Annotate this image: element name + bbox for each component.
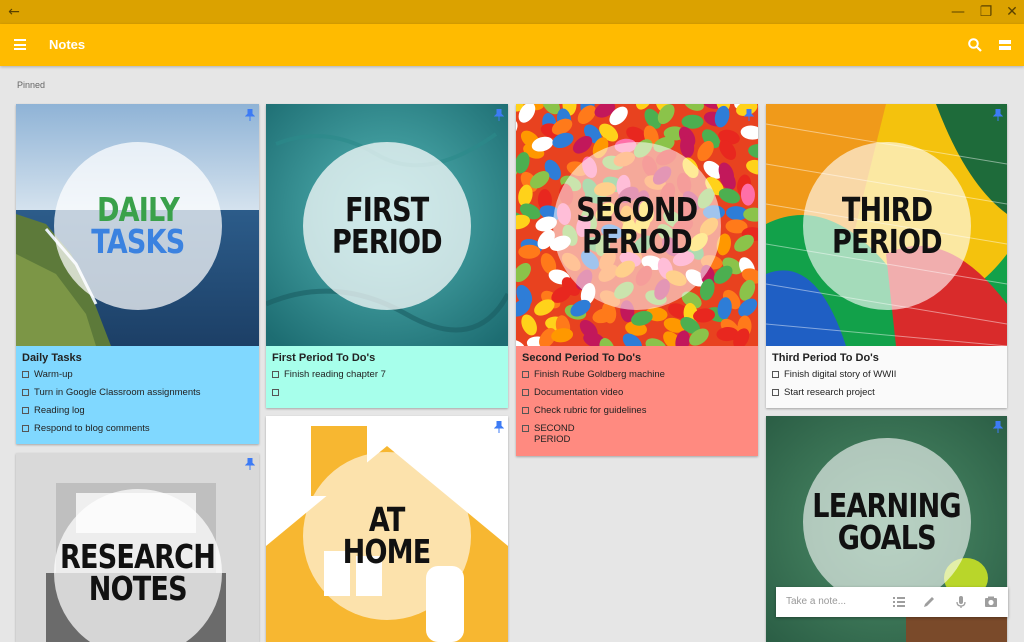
microphone-icon[interactable] xyxy=(954,595,968,609)
menu-icon[interactable] xyxy=(14,39,26,50)
checklist-item[interactable]: Finish digital story of WWII xyxy=(772,369,1001,380)
note-title: Second Period To Do's xyxy=(522,352,642,364)
note-body: Third Period To Do's Finish digital stor… xyxy=(766,346,1007,408)
note-title: First Period To Do's xyxy=(272,352,376,364)
app-bar: Notes xyxy=(0,24,1024,66)
note-image: FIRST PERIOD xyxy=(266,104,508,346)
checkbox[interactable] xyxy=(22,407,29,414)
checklist-item[interactable]: Finish reading chapter 7 xyxy=(272,369,502,380)
note-body: Daily Tasks Warm-up Turn in Google Class… xyxy=(16,346,259,444)
note-title: Daily Tasks xyxy=(22,352,82,364)
checklist-item[interactable]: Documentation video xyxy=(522,387,752,398)
checkbox[interactable] xyxy=(22,389,29,396)
pin-icon[interactable] xyxy=(245,458,255,470)
list-icon[interactable] xyxy=(892,595,906,609)
title-circle: AT HOME xyxy=(303,452,471,620)
note-card-third-period[interactable]: THIRD PERIOD Third Period To Do's Finish… xyxy=(766,104,1007,408)
pin-icon[interactable] xyxy=(993,421,1003,433)
title-circle: SECOND PERIOD xyxy=(553,142,721,310)
note-body: Second Period To Do's Finish Rube Goldbe… xyxy=(516,346,758,456)
search-icon[interactable] xyxy=(967,37,983,53)
note-card-research-notes[interactable]: RESEARCH NOTES xyxy=(16,453,259,642)
note-card-second-period[interactable]: SECOND PERIOD Second Period To Do's Fini… xyxy=(516,104,758,456)
pin-icon[interactable] xyxy=(744,109,754,121)
checkbox[interactable] xyxy=(772,389,779,396)
minimize-icon[interactable]: — xyxy=(944,0,972,24)
checklist-item[interactable]: Finish Rube Goldberg machine xyxy=(522,369,752,380)
title-circle: THIRD PERIOD xyxy=(803,142,971,310)
camera-icon[interactable] xyxy=(984,595,998,609)
checklist-item[interactable]: Respond to blog comments xyxy=(22,423,253,434)
pen-icon[interactable] xyxy=(922,595,936,609)
note-card-first-period[interactable]: FIRST PERIOD First Period To Do's Finish… xyxy=(266,104,508,408)
pin-icon[interactable] xyxy=(494,421,504,433)
pin-icon[interactable] xyxy=(494,109,504,121)
app-title: Notes xyxy=(49,37,86,52)
title-circle: LEARNING GOALS xyxy=(803,438,971,606)
pin-icon[interactable] xyxy=(245,109,255,121)
checklist-item[interactable]: Turn in Google Classroom assignments xyxy=(22,387,253,398)
note-image: RESEARCH NOTES xyxy=(16,453,259,642)
note-image: AT HOME xyxy=(266,416,508,642)
restore-icon[interactable]: ❐ xyxy=(972,0,1000,24)
checkbox[interactable] xyxy=(272,389,279,396)
checkbox[interactable] xyxy=(772,371,779,378)
checklist-item[interactable]: SECOND PERIOD xyxy=(522,423,752,445)
list-view-icon[interactable] xyxy=(998,38,1012,52)
note-image: DAILY TASKS xyxy=(16,104,259,346)
window-titlebar: ← — ❐ ✕ xyxy=(0,0,1024,24)
pinned-label: Pinned xyxy=(17,80,46,90)
checklist-item[interactable]: Start research project xyxy=(772,387,1001,398)
checkbox[interactable] xyxy=(522,407,529,414)
note-image: SECOND PERIOD xyxy=(516,104,758,346)
take-note-input[interactable]: Take a note... xyxy=(786,596,846,607)
note-card-at-home[interactable]: AT HOME xyxy=(266,416,508,642)
checkbox[interactable] xyxy=(522,389,529,396)
title-circle: DAILY TASKS xyxy=(54,142,222,310)
checklist-item[interactable]: Check rubric for guidelines xyxy=(522,405,752,416)
back-icon[interactable]: ← xyxy=(0,0,28,24)
take-note-bar[interactable]: Take a note... xyxy=(776,587,1008,617)
checklist-item[interactable]: Reading log xyxy=(22,405,253,416)
close-icon[interactable]: ✕ xyxy=(998,0,1024,24)
note-body: First Period To Do's Finish reading chap… xyxy=(266,346,508,408)
note-card-daily-tasks[interactable]: DAILY TASKS Daily Tasks Warm-up Turn in … xyxy=(16,104,259,444)
checklist-item[interactable] xyxy=(272,387,502,396)
checkbox[interactable] xyxy=(22,371,29,378)
checklist-item[interactable]: Warm-up xyxy=(22,369,253,380)
checkbox[interactable] xyxy=(522,425,529,432)
note-title: Third Period To Do's xyxy=(772,352,879,364)
title-circle: FIRST PERIOD xyxy=(303,142,471,310)
checkbox[interactable] xyxy=(522,371,529,378)
checkbox[interactable] xyxy=(22,425,29,432)
pin-icon[interactable] xyxy=(993,109,1003,121)
note-image: THIRD PERIOD xyxy=(766,104,1007,346)
checkbox[interactable] xyxy=(272,371,279,378)
